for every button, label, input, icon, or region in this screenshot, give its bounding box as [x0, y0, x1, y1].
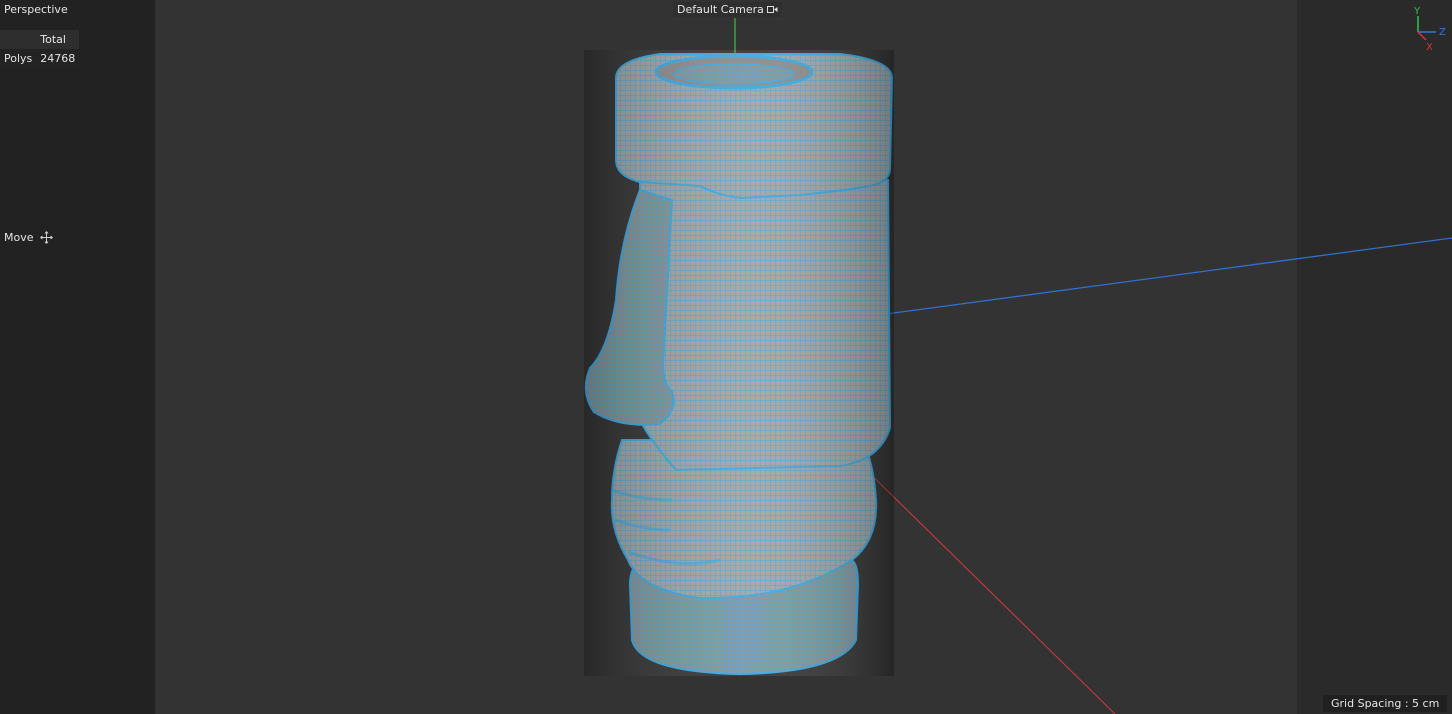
stats-row-label: Polys	[4, 52, 33, 65]
scene-canvas[interactable]	[0, 0, 1452, 714]
gizmo-x-line	[1417, 31, 1427, 41]
stats-table: Total Polys 24768	[0, 30, 80, 68]
stats-row-value: 24768	[40, 52, 76, 65]
camera-selector[interactable]: Default Camera	[673, 2, 782, 17]
camera-icon	[766, 6, 778, 13]
camera-name: Default Camera	[677, 3, 764, 16]
tool-label: Move	[4, 231, 34, 244]
axis-gizmo[interactable]: Y Z X	[1406, 4, 1450, 54]
gizmo-y-label: Y	[1413, 6, 1421, 17]
moai-wireframe-model[interactable]	[584, 50, 894, 676]
active-tool-indicator: Move	[4, 231, 53, 244]
view-name-label[interactable]: Perspective	[4, 3, 68, 16]
stats-column-header: Total	[40, 33, 66, 46]
stats-corner-cell	[0, 30, 36, 49]
3d-viewport[interactable]: Perspective Total Polys 24768 Move Defau…	[0, 0, 1452, 714]
world-z-axis	[885, 237, 1452, 315]
gizmo-x-label: X	[1426, 42, 1433, 53]
gizmo-z-label: Z	[1439, 27, 1446, 38]
move-cross-icon	[39, 231, 53, 244]
grid-spacing-label: Grid Spacing : 5 cm	[1323, 695, 1448, 712]
